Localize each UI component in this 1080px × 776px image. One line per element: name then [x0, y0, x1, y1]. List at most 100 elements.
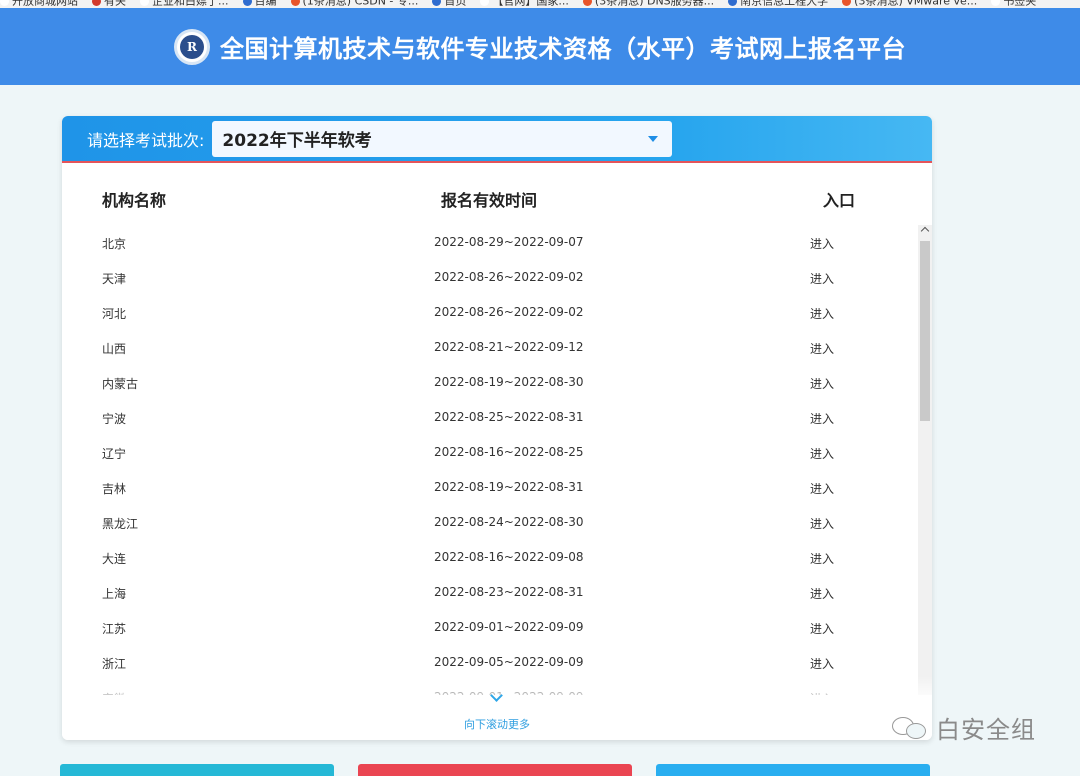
bookmark-label: 首页	[444, 0, 467, 8]
enter-link[interactable]: 进入	[810, 480, 834, 497]
scroll-up-arrow-icon[interactable]	[920, 226, 930, 236]
bookmark-label: 书签夹	[1003, 0, 1037, 8]
institution-name: 大连	[102, 552, 127, 566]
column-header-time: 报名有效时间	[441, 191, 538, 210]
registration-card: 请选择考试批次: 2022年下半年软考 机构名称 报名有效时间 入口 北京 202…	[62, 116, 932, 740]
bookmark-label: 开放商城网站	[12, 0, 78, 8]
table-row: 河北 2022-08-26~2022-09-02 进入	[62, 295, 918, 330]
institution-name: 北京	[102, 237, 127, 251]
registration-period: 2022-08-25~2022-08-31	[434, 410, 584, 424]
bookmark-item[interactable]: 书签夹	[991, 0, 1037, 8]
institution-name: 吉林	[102, 482, 127, 496]
page-title: 全国计算机技术与软件专业技术资格（水平）考试网上报名平台	[220, 35, 906, 63]
registration-period: 2022-08-26~2022-09-02	[434, 305, 584, 319]
bookmark-label: (3条消息) VMware ve...	[854, 0, 978, 8]
bottom-tile-2[interactable]	[358, 764, 632, 776]
bookmark-favicon-icon	[842, 0, 852, 6]
institution-name: 河北	[102, 307, 127, 321]
caret-down-icon[interactable]	[648, 135, 659, 142]
enter-link[interactable]: 进入	[810, 515, 834, 532]
table-row: 宁波 2022-08-25~2022-08-31 进入	[62, 400, 918, 435]
batch-label: 请选择考试批次:	[87, 130, 205, 150]
bookmark-label: (1条消息) CSDN - 专...	[302, 0, 419, 8]
bookmark-favicon-icon	[432, 0, 442, 6]
bookmark-item[interactable]: (3条消息) VMware ve...	[842, 0, 978, 8]
enter-link[interactable]: 进入	[810, 550, 834, 567]
registration-period: 2022-08-21~2022-09-12	[434, 340, 584, 354]
column-header-entry: 入口	[823, 191, 856, 210]
bookmark-label: 百编	[254, 0, 277, 8]
bookmark-favicon-icon	[140, 0, 149, 6]
registration-period: 2022-09-05~2022-09-09	[434, 655, 584, 669]
institution-name: 山西	[102, 342, 127, 356]
bookmark-item[interactable]: 【官网】国家...	[480, 0, 569, 8]
table-header: 机构名称 报名有效时间 入口	[62, 163, 932, 225]
bookmark-favicon-icon	[582, 0, 592, 6]
institution-list[interactable]: 北京 2022-08-29~2022-09-07 进入 天津 2022-08-26~20…	[62, 225, 918, 695]
batch-selected-value: 2022年下半年软考	[222, 131, 372, 151]
table-row: 吉林 2022-08-19~2022-08-31 进入	[62, 470, 918, 505]
table-row: 上海 2022-08-23~2022-08-31 进入	[62, 575, 918, 610]
enter-link[interactable]: 进入	[810, 410, 834, 427]
registration-period: 2022-08-23~2022-08-31	[434, 585, 584, 599]
registration-period: 2022-08-29~2022-09-07	[434, 235, 584, 249]
bookmark-favicon-icon	[242, 0, 252, 6]
table-row: 江苏 2022-09-01~2022-09-09 进入	[62, 610, 918, 645]
bookmark-favicon-icon	[480, 0, 490, 6]
table-row: 北京 2022-08-29~2022-09-07 进入	[62, 225, 918, 260]
registration-period: 2022-08-16~2022-08-25	[434, 445, 584, 459]
registration-period: 2022-08-19~2022-08-30	[434, 375, 584, 389]
bookmark-item[interactable]: 企业和白嫖了...	[140, 0, 229, 8]
institution-name: 浙江	[102, 657, 127, 671]
institution-name: 江苏	[102, 622, 127, 636]
institution-name: 宁波	[102, 412, 127, 426]
registration-period: 2022-08-16~2022-09-08	[434, 550, 584, 564]
bookmark-item[interactable]: 有关	[92, 0, 126, 8]
bookmark-label: 企业和白嫖了...	[152, 0, 229, 8]
table-row: 大连 2022-08-16~2022-09-08 进入	[62, 540, 918, 575]
wechat-icon	[890, 713, 930, 743]
list-scrollbar[interactable]	[918, 225, 932, 695]
bookmark-item[interactable]: 首页	[432, 0, 467, 8]
bookmark-item[interactable]: (3条消息) DNS服务器...	[582, 0, 715, 8]
scroll-more-hint[interactable]: 向下滚动更多	[62, 716, 932, 732]
bookmark-favicon-icon	[0, 0, 9, 6]
registration-period: 2022-08-24~2022-08-30	[434, 515, 584, 529]
bookmark-label: 南京信息工程大学	[740, 0, 829, 8]
site-logo: R	[174, 28, 210, 65]
bookmark-favicon-icon	[92, 0, 101, 6]
batch-dropdown[interactable]: 2022年下半年软考	[212, 120, 673, 157]
enter-link[interactable]: 进入	[810, 445, 834, 462]
scrollbar-thumb[interactable]	[920, 241, 930, 421]
table-row: 天津 2022-08-26~2022-09-02 进入	[62, 260, 918, 295]
institution-name: 辽宁	[102, 447, 127, 461]
logo-emblem-icon: R	[180, 34, 204, 59]
enter-link[interactable]: 进入	[810, 305, 834, 322]
bookmark-item[interactable]: 开放商城网站	[0, 0, 78, 8]
bookmark-item[interactable]: (1条消息) CSDN - 专...	[290, 0, 419, 8]
enter-link[interactable]: 进入	[810, 655, 834, 672]
wechat-watermark: 白安全组	[890, 710, 1036, 745]
table-row: 黑龙江 2022-08-24~2022-08-30 进入	[62, 505, 918, 540]
bookmark-item[interactable]: 南京信息工程大学	[728, 0, 829, 8]
enter-link[interactable]: 进入	[810, 270, 834, 287]
bottom-tile-1[interactable]	[60, 764, 334, 776]
enter-link[interactable]: 进入	[810, 235, 834, 252]
bookmark-label: (3条消息) DNS服务器...	[594, 0, 715, 8]
watermark-text: 白安全组	[936, 716, 1036, 744]
table-row: 辽宁 2022-08-16~2022-08-25 进入	[62, 435, 918, 470]
bookmark-label: 【官网】国家...	[492, 0, 569, 8]
enter-link[interactable]: 进入	[810, 620, 834, 637]
bookmark-label: 有关	[104, 0, 126, 8]
enter-link[interactable]: 进入	[810, 375, 834, 392]
bookmark-item[interactable]: 百编	[242, 0, 277, 8]
registration-period: 2022-08-19~2022-08-31	[434, 480, 584, 494]
table-row: 浙江 2022-09-05~2022-09-09 进入	[62, 645, 918, 680]
bookmark-favicon-icon	[991, 0, 1001, 6]
registration-period: 2022-09-01~2022-09-09	[434, 620, 584, 634]
institution-name: 天津	[102, 272, 127, 286]
enter-link[interactable]: 进入	[810, 585, 834, 602]
enter-link[interactable]: 进入	[810, 340, 834, 357]
table-row: 山西 2022-08-21~2022-09-12 进入	[62, 330, 918, 365]
bottom-tile-3[interactable]	[656, 764, 930, 776]
